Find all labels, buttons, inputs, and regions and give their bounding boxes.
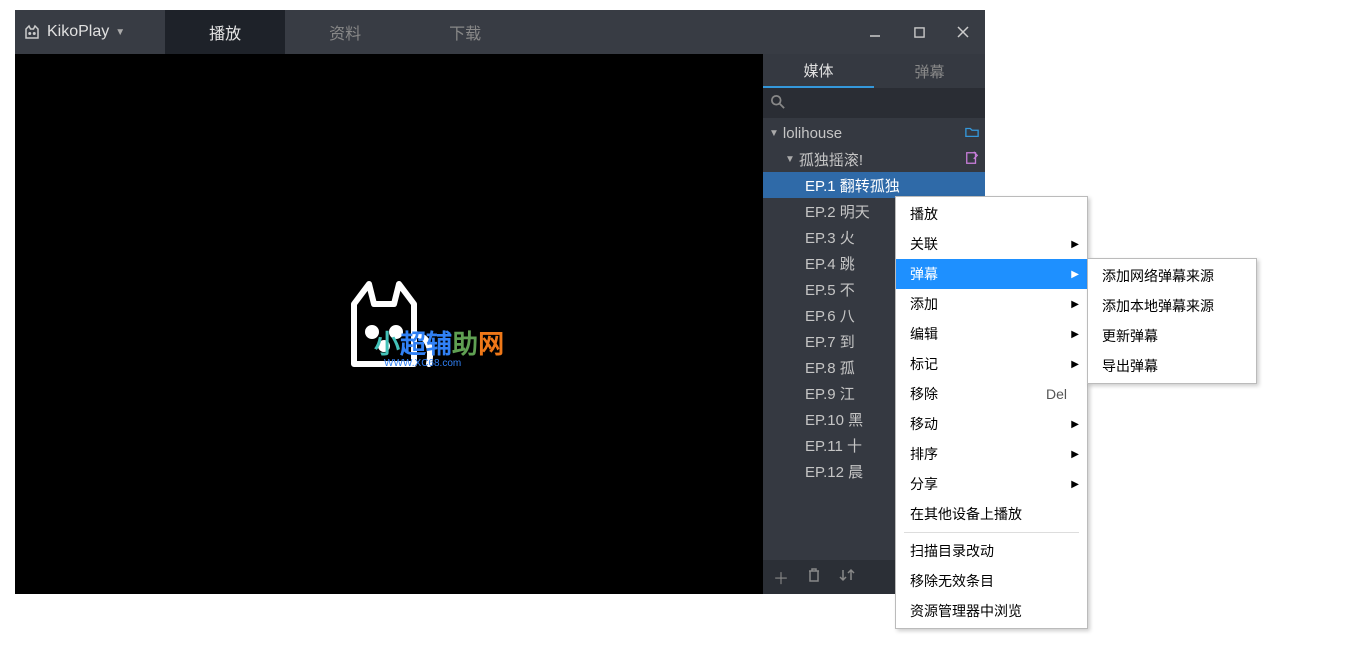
- tree-episode[interactable]: EP.1 翻转孤独: [763, 172, 985, 198]
- chevron-right-icon: ▶: [1071, 299, 1079, 310]
- chevron-right-icon: ▶: [1071, 239, 1079, 250]
- maximize-button[interactable]: [897, 10, 941, 54]
- episode-label: EP.6 八: [805, 305, 855, 326]
- episode-label: EP.7 到: [805, 331, 855, 352]
- ctx-edit[interactable]: 编辑▶: [896, 319, 1087, 349]
- ctx-remove-invalid[interactable]: 移除无效条目: [896, 566, 1087, 596]
- search-bar[interactable]: [763, 88, 985, 118]
- chevron-right-icon: ▶: [1071, 449, 1079, 460]
- search-icon: [771, 95, 785, 112]
- chevron-right-icon: ▶: [1071, 329, 1079, 340]
- context-menu: 播放 关联▶ 弹幕▶ 添加▶ 编辑▶ 标记▶ 移除Del 移动▶ 排序▶ 分享▶…: [895, 196, 1088, 629]
- tree-folder-root[interactable]: ▼ lolihouse: [763, 120, 985, 146]
- episode-label: EP.8 孤: [805, 357, 855, 378]
- expand-icon: ▼: [769, 128, 779, 139]
- episode-label: EP.3 火: [805, 227, 855, 248]
- minimize-button[interactable]: [853, 10, 897, 54]
- window-controls: [853, 10, 985, 54]
- tab-play[interactable]: 播放: [165, 10, 285, 54]
- episode-label: EP.9 江: [805, 383, 855, 404]
- menu-separator: [904, 532, 1079, 533]
- ctx-sort[interactable]: 排序▶: [896, 439, 1087, 469]
- delete-icon[interactable]: [807, 567, 821, 588]
- ctx-move[interactable]: 移动▶: [896, 409, 1087, 439]
- episode-label: EP.2 明天: [805, 201, 870, 222]
- ctx-mark[interactable]: 标记▶: [896, 349, 1087, 379]
- tab-download[interactable]: 下载: [405, 10, 525, 54]
- chevron-right-icon: ▶: [1071, 359, 1079, 370]
- ctx-browse[interactable]: 资源管理器中浏览: [896, 596, 1087, 626]
- ctx-remove[interactable]: 移除Del: [896, 379, 1087, 409]
- ctx-add-local-danmu[interactable]: 添加本地弹幕来源: [1088, 291, 1256, 321]
- ctx-scan[interactable]: 扫描目录改动: [896, 536, 1087, 566]
- tree-label: lolihouse: [783, 125, 842, 142]
- tab-info[interactable]: 资料: [285, 10, 405, 54]
- ctx-add[interactable]: 添加▶: [896, 289, 1087, 319]
- episode-label: EP.10 黑: [805, 409, 863, 430]
- context-submenu-danmu: 添加网络弹幕来源 添加本地弹幕来源 更新弹幕 导出弹幕: [1087, 258, 1257, 384]
- chevron-right-icon: ▶: [1071, 419, 1079, 430]
- episode-label: EP.5 不: [805, 279, 855, 300]
- chevron-right-icon: ▶: [1071, 269, 1079, 280]
- episode-label: EP.1 翻转孤独: [805, 175, 900, 196]
- app-title: KikoPlay: [47, 23, 109, 41]
- ctx-play-other[interactable]: 在其他设备上播放: [896, 499, 1087, 529]
- close-button[interactable]: [941, 10, 985, 54]
- watermark: 小超辅助网: [374, 324, 504, 361]
- content-area: 小超辅助网 WWW.XC68.com 媒体 弹幕 ▼ lolihouse: [15, 54, 985, 594]
- ctx-share[interactable]: 分享▶: [896, 469, 1087, 499]
- chevron-right-icon: ▶: [1071, 479, 1079, 490]
- side-tab-danmu[interactable]: 弹幕: [874, 54, 985, 88]
- sort-icon[interactable]: [839, 568, 855, 587]
- ctx-add-net-danmu[interactable]: 添加网络弹幕来源: [1088, 261, 1256, 291]
- app-logo: 小超辅助网 WWW.XC68.com: [334, 274, 444, 374]
- episode-label: EP.11 十: [805, 435, 862, 456]
- ctx-associate[interactable]: 关联▶: [896, 229, 1087, 259]
- title-dropdown-icon[interactable]: ▼: [115, 27, 125, 38]
- side-tab-media[interactable]: 媒体: [763, 54, 874, 88]
- folder-action-icon[interactable]: [965, 125, 979, 142]
- video-area: 小超辅助网 WWW.XC68.com: [15, 54, 763, 594]
- expand-icon: ▼: [785, 154, 795, 165]
- side-tabs: 媒体 弹幕: [763, 54, 985, 88]
- ctx-play[interactable]: 播放: [896, 199, 1087, 229]
- tree-folder-series[interactable]: ▼ 孤独摇滚!: [763, 146, 985, 172]
- titlebar: KikoPlay ▼ 播放 资料 下载: [15, 10, 985, 54]
- folder-edit-icon[interactable]: [965, 151, 979, 168]
- episode-label: EP.4 跳: [805, 253, 855, 274]
- episode-label: EP.12 晨: [805, 461, 863, 482]
- tree-label: 孤独摇滚!: [799, 149, 863, 170]
- add-icon[interactable]: ＋: [773, 565, 789, 589]
- ctx-export-danmu[interactable]: 导出弹幕: [1088, 351, 1256, 381]
- app-window: KikoPlay ▼ 播放 资料 下载: [15, 10, 985, 594]
- ctx-danmu[interactable]: 弹幕▶: [896, 259, 1087, 289]
- app-icon: [23, 23, 41, 41]
- top-tabs: 播放 资料 下载: [165, 10, 525, 54]
- ctx-update-danmu[interactable]: 更新弹幕: [1088, 321, 1256, 351]
